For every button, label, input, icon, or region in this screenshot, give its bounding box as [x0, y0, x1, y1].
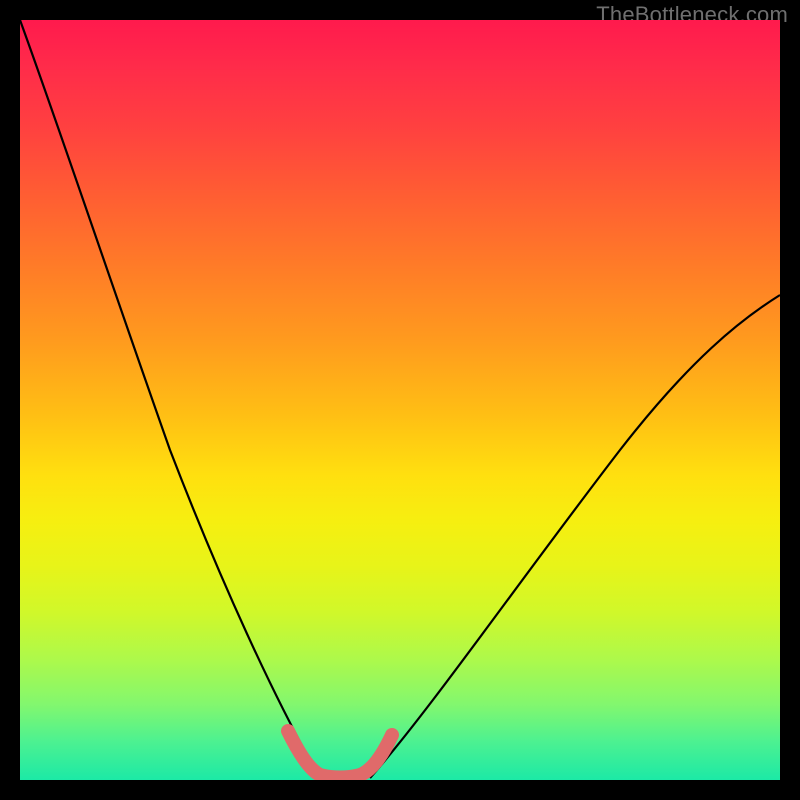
- plot-frame: [20, 20, 780, 780]
- trough-marker: [288, 731, 392, 778]
- curve-layer: [20, 20, 780, 780]
- plot-area: [20, 20, 780, 780]
- curve-left: [20, 20, 320, 778]
- chart-stage: TheBottleneck.com: [0, 0, 800, 800]
- curve-right: [370, 295, 780, 778]
